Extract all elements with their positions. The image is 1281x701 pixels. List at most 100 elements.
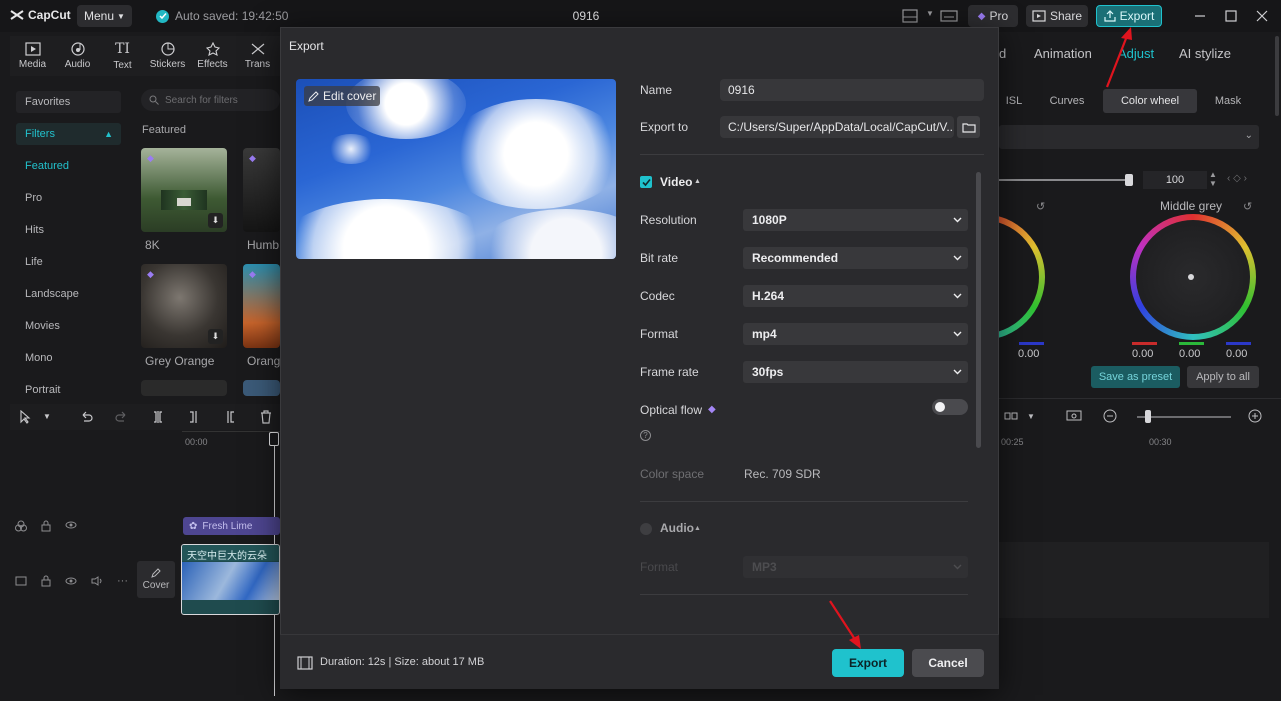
top-export-button[interactable]: Export — [1096, 5, 1162, 27]
folder-button[interactable] — [957, 116, 980, 138]
keyframe-nav-icon[interactable]: ‹ ◇ › — [1227, 173, 1247, 184]
wheel-value-r[interactable]: 0.00 — [1132, 348, 1153, 360]
subtab-mask[interactable]: Mask — [1199, 89, 1257, 113]
tab-animation[interactable]: Animation — [1034, 46, 1092, 61]
left-color-wheel[interactable] — [999, 214, 1051, 340]
wheel-value-b[interactable]: 0.00 — [1226, 348, 1247, 360]
layout-icon[interactable] — [902, 9, 918, 23]
help-icon[interactable]: ? — [640, 430, 651, 441]
eye-icon[interactable] — [65, 576, 77, 586]
filter-thumb-8k[interactable]: ◆ ⬇ — [141, 148, 227, 232]
tool-audio[interactable]: Audio — [55, 36, 100, 76]
stepper-icon[interactable]: ▲ ▼ — [1209, 170, 1217, 188]
subtab-color-wheel[interactable]: Color wheel — [1103, 89, 1197, 113]
cover-button[interactable]: Cover — [137, 561, 175, 598]
filter-thumb-partial[interactable] — [141, 380, 227, 396]
video-clip[interactable]: 天空中巨大的云朵 — [181, 544, 280, 615]
audio-format-select[interactable]: MP3 — [743, 556, 968, 578]
category-landscape[interactable]: Landscape — [16, 283, 121, 305]
subtab-curves[interactable]: Curves — [1033, 89, 1101, 113]
lock-icon[interactable] — [41, 575, 51, 587]
share-button[interactable]: Share — [1026, 5, 1088, 27]
save-preset-button[interactable]: Save as preset — [1091, 366, 1180, 388]
audio-checkbox[interactable] — [640, 523, 652, 535]
tool-transitions[interactable]: Trans — [235, 36, 280, 76]
wheel-value-g[interactable]: 0.00 — [1179, 348, 1200, 360]
wheel-handle[interactable] — [1188, 274, 1194, 280]
select-pointer-icon[interactable] — [19, 410, 31, 424]
name-input[interactable]: 0916 — [720, 79, 984, 101]
playhead-handle[interactable] — [269, 432, 279, 446]
cancel-button[interactable]: Cancel — [912, 649, 984, 677]
eye-icon[interactable] — [65, 520, 77, 532]
filter-thumb-orange[interactable]: ◆ — [243, 264, 280, 348]
category-life[interactable]: Life — [16, 251, 121, 273]
category-hits[interactable]: Hits — [16, 219, 121, 241]
video-checkbox[interactable] — [640, 176, 652, 188]
shortcut-icon[interactable] — [940, 9, 958, 23]
video-section-label[interactable]: Video — [660, 175, 692, 189]
category-pro[interactable]: Pro — [16, 187, 121, 209]
close-icon[interactable] — [1255, 9, 1269, 23]
chevron-down-icon[interactable]: ▼ — [43, 412, 51, 421]
split-right-icon[interactable] — [223, 410, 237, 424]
volume-icon[interactable] — [91, 576, 103, 586]
filter-thumb-humb[interactable]: ◆ — [243, 148, 280, 232]
format-select[interactable]: mp4 — [743, 323, 968, 345]
zoom-slider[interactable] — [1137, 416, 1231, 418]
reset-icon[interactable]: ↺ — [1243, 200, 1252, 213]
tab-adjust[interactable]: Adjust — [1118, 46, 1154, 61]
optical-flow-toggle[interactable] — [932, 399, 968, 415]
reset-icon[interactable]: ↺ — [1036, 200, 1045, 213]
pro-button[interactable]: ◆ Pro — [968, 5, 1018, 27]
zoom-in-icon[interactable] — [1248, 409, 1262, 423]
chevron-up-icon[interactable]: ▲ — [694, 178, 701, 185]
cover-preview[interactable] — [296, 79, 616, 259]
category-featured[interactable]: Featured — [16, 155, 121, 177]
tool-stickers[interactable]: Stickers — [145, 36, 190, 76]
bitrate-select[interactable]: Recommended — [743, 247, 968, 269]
undo-icon[interactable] — [79, 410, 93, 424]
subtab-hsl[interactable]: ISL — [999, 89, 1029, 113]
category-portrait[interactable]: Portrait — [16, 379, 121, 401]
filter-thumb-grey-orange[interactable]: ◆ ⬇ — [141, 264, 227, 348]
tab-partial[interactable]: d — [999, 46, 1006, 61]
menu-button[interactable]: Menu ▼ — [77, 5, 132, 27]
export-path-input[interactable]: C:/Users/Super/AppData/Local/CapCut/V... — [720, 116, 954, 138]
link-icon[interactable] — [1003, 409, 1019, 423]
slider-value[interactable]: 100 — [1143, 171, 1207, 189]
category-filters[interactable]: Filters ▲ — [16, 123, 121, 145]
zoom-slider-thumb[interactable] — [1145, 410, 1151, 423]
tool-media[interactable]: Media — [10, 36, 55, 76]
chevron-down-icon[interactable]: ▼ — [1027, 412, 1035, 421]
minimize-icon[interactable] — [1193, 9, 1207, 23]
resolution-select[interactable]: 1080P — [743, 209, 968, 231]
category-mono[interactable]: Mono — [16, 347, 121, 369]
wheel-mode-select[interactable]: ⌄ — [999, 125, 1259, 149]
category-movies[interactable]: Movies — [16, 315, 121, 337]
apply-all-button[interactable]: Apply to all — [1187, 366, 1259, 388]
maximize-icon[interactable] — [1224, 9, 1238, 23]
codec-select[interactable]: H.264 — [743, 285, 968, 307]
chevron-up-icon[interactable]: ▲ — [694, 525, 701, 532]
right-scrollbar[interactable] — [1275, 36, 1279, 116]
tool-effects[interactable]: Effects — [190, 36, 235, 76]
delete-icon[interactable] — [259, 410, 273, 424]
preview-axis-icon[interactable] — [1066, 409, 1082, 423]
filter-search-input[interactable]: Search for filters — [141, 89, 280, 111]
filter-thumb-partial[interactable] — [243, 380, 280, 396]
export-button[interactable]: Export — [832, 649, 904, 677]
tab-ai-stylize[interactable]: AI stylize — [1179, 46, 1231, 61]
effect-clip[interactable]: ✿ Fresh Lime — [183, 517, 280, 535]
slider-thumb[interactable] — [1125, 174, 1133, 186]
category-favorites[interactable]: Favorites — [16, 91, 121, 113]
layout-chevron-icon[interactable]: ▼ — [926, 9, 934, 18]
wheel-value[interactable]: 0.00 — [1018, 348, 1039, 360]
framerate-select[interactable]: 30fps — [743, 361, 968, 383]
zoom-out-icon[interactable] — [1103, 409, 1117, 423]
redo-icon[interactable] — [115, 410, 129, 424]
split-icon[interactable] — [151, 410, 165, 424]
tool-text[interactable]: TI Text — [100, 36, 145, 76]
dialog-scrollbar[interactable] — [976, 172, 981, 448]
split-left-icon[interactable] — [187, 410, 201, 424]
